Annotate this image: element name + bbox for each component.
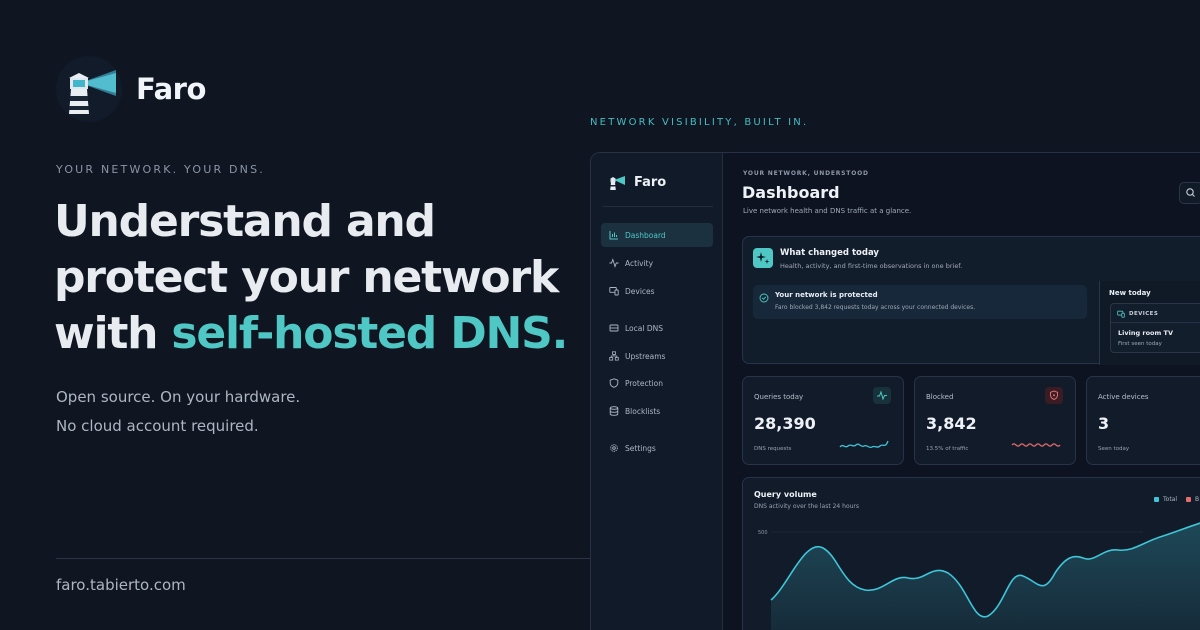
sidebar-item-activity[interactable]: Activity — [601, 251, 713, 275]
new-today-title: New today — [1109, 289, 1151, 297]
stat-note: 13.5% of traffic — [926, 446, 969, 452]
query-volume-card: Query volume DNS activity over the last … — [742, 477, 1200, 630]
sidebar: Faro Dashboard Activity Devices Local DN… — [591, 153, 723, 630]
brand: Faro — [56, 56, 206, 122]
sidebar-item-label: Devices — [625, 286, 655, 296]
gear-icon — [610, 444, 618, 452]
search-button[interactable] — [1179, 182, 1200, 204]
stat-card-active-devices[interactable]: Active devices 3 Seen today — [1086, 376, 1200, 465]
stat-card-blocked[interactable]: Blocked 3,842 13.5% of traffic — [914, 376, 1076, 465]
new-today-panel: New today DEVICES Living room TV First s… — [1099, 281, 1200, 365]
shield-icon — [1045, 387, 1063, 404]
page-eyebrow: YOUR NETWORK, UNDERSTOOD — [743, 170, 869, 177]
sparkle-icon — [753, 248, 773, 268]
lighthouse-logo-icon — [610, 176, 625, 190]
sidebar-item-label: Upstreams — [625, 351, 666, 361]
sidebar-item-dashboard[interactable]: Dashboard — [601, 223, 713, 247]
sidebar-divider — [603, 206, 713, 207]
stat-label: Blocked — [926, 393, 954, 401]
activity-icon — [873, 387, 891, 404]
brand-name: Faro — [136, 72, 206, 106]
stat-note: DNS requests — [754, 446, 792, 452]
devices-section-label: DEVICES — [1129, 311, 1159, 317]
headline-line-3: with self-hosted DNS. — [54, 306, 574, 362]
activity-icon — [609, 258, 619, 268]
new-device-divider — [1111, 322, 1200, 323]
new-device-seen: First seen today — [1118, 341, 1162, 347]
sidebar-item-label: Activity — [625, 258, 654, 268]
what-changed-card: What changed today Health, activity, and… — [742, 236, 1200, 365]
main-content: YOUR NETWORK, UNDERSTOOD Dashboard Live … — [724, 153, 1200, 630]
queries-sparkline — [839, 440, 889, 449]
sidebar-item-label: Protection — [625, 378, 663, 388]
protection-status-title: Your network is protected — [775, 291, 878, 299]
devices-section-header: DEVICES — [1117, 310, 1158, 318]
hero-subtext: Open source. On your hardware. No cloud … — [56, 383, 300, 441]
lighthouse-logo-icon — [56, 56, 122, 122]
page-subtitle: Live network health and DNS traffic at a… — [743, 207, 912, 215]
total-series-area — [771, 523, 1200, 630]
stat-label: Queries today — [754, 393, 804, 401]
sidebar-item-label: Local DNS — [625, 323, 663, 333]
new-device-card[interactable]: DEVICES Living room TV First seen today — [1110, 303, 1200, 353]
app-window: Faro Dashboard Activity Devices Local DN… — [590, 152, 1200, 630]
check-circle-icon — [759, 293, 769, 303]
devices-icon — [1117, 310, 1125, 318]
server-icon — [609, 324, 619, 332]
network-icon — [609, 351, 619, 361]
subtext-line-2: No cloud account required. — [56, 417, 259, 435]
headline-line-1: Understand and — [54, 196, 436, 247]
headline-line-3-plain: with — [54, 308, 172, 359]
sidebar-item-settings[interactable]: Settings — [601, 436, 713, 460]
headline-accent: self-hosted DNS. — [171, 308, 568, 359]
sidebar-brand-name: Faro — [634, 174, 667, 190]
search-icon — [1186, 188, 1195, 197]
stat-value: 3 — [1098, 414, 1110, 433]
sidebar-item-protection[interactable]: Protection — [601, 371, 713, 395]
page-title: Dashboard — [742, 183, 840, 202]
what-changed-title: What changed today — [780, 248, 879, 258]
stat-note: Seen today — [1098, 446, 1130, 452]
y-tick-label: 500 — [758, 530, 768, 536]
protection-status[interactable]: Your network is protected Faro blocked 3… — [753, 285, 1087, 319]
protection-status-text: Faro blocked 3,842 requests today across… — [775, 304, 976, 311]
headline-line-2: protect your network — [54, 252, 559, 303]
what-changed-subtitle: Health, activity, and first-time observa… — [780, 262, 963, 270]
new-device-name: Living room TV — [1118, 329, 1174, 337]
stat-card-queries[interactable]: Queries today 28,390 DNS requests — [742, 376, 904, 465]
subtext-line-1: Open source. On your hardware. — [56, 388, 301, 406]
bar-chart-icon — [609, 231, 618, 240]
devices-icon — [609, 287, 619, 296]
stat-value: 28,390 — [754, 414, 816, 433]
query-volume-chart: 500 — [758, 522, 1200, 630]
hero-eyebrow: YOUR NETWORK. YOUR DNS. — [56, 163, 265, 176]
preview-eyebrow: NETWORK VISIBILITY, BUILT IN. — [590, 117, 809, 128]
database-icon — [609, 406, 619, 416]
site-url-link[interactable]: faro.tabierto.com — [56, 576, 186, 594]
sidebar-item-blocklists[interactable]: Blocklists — [601, 399, 713, 423]
stat-label: Active devices — [1098, 393, 1149, 401]
hero-headline: Understand and protect your network with… — [54, 194, 574, 362]
sidebar-item-upstreams[interactable]: Upstreams — [601, 344, 713, 368]
sidebar-item-local-dns[interactable]: Local DNS — [601, 316, 713, 340]
shield-icon — [609, 378, 619, 388]
stat-value: 3,842 — [926, 414, 977, 433]
sidebar-item-label: Blocklists — [625, 406, 661, 416]
sidebar-item-label: Dashboard — [625, 230, 666, 240]
sidebar-item-devices[interactable]: Devices — [601, 279, 713, 303]
blocked-sparkline — [1011, 443, 1061, 447]
sidebar-item-label: Settings — [625, 443, 656, 453]
sidebar-brand[interactable]: Faro — [608, 173, 666, 191]
